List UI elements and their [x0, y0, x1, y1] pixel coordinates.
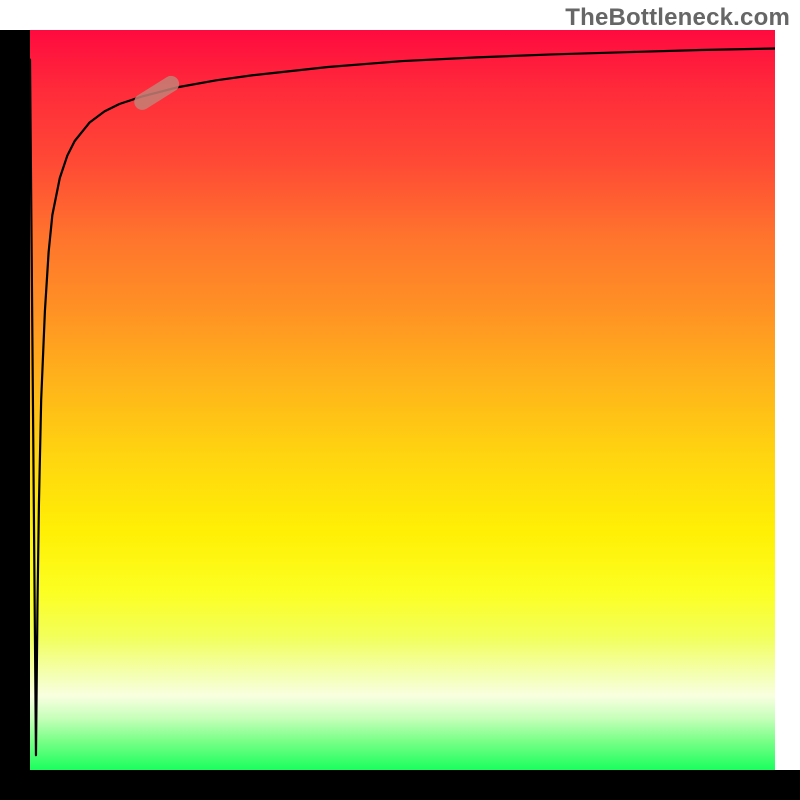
bottleneck-curve: [30, 49, 775, 756]
x-axis-border: [0, 770, 800, 800]
y-axis-border: [0, 30, 30, 800]
highlight-marker: [131, 73, 182, 113]
watermark-label: TheBottleneck.com: [565, 4, 790, 32]
chart-canvas: TheBottleneck.com: [0, 0, 800, 800]
curve-layer: [30, 30, 775, 770]
highlight-marker-pill: [131, 73, 182, 113]
